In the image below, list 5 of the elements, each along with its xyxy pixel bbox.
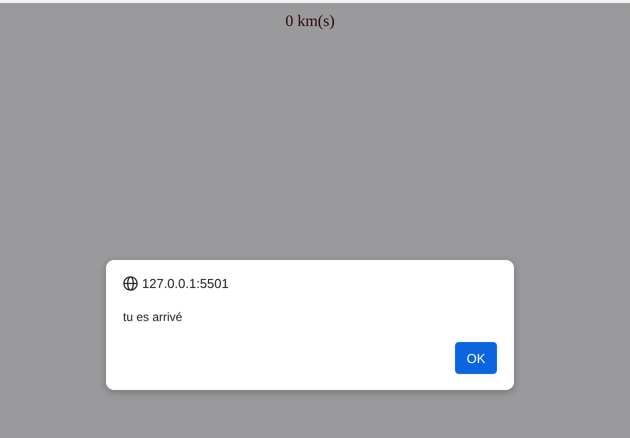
globe-icon bbox=[123, 276, 138, 291]
ok-button[interactable]: OK bbox=[455, 342, 497, 374]
dialog-origin: 127.0.0.1:5501 bbox=[142, 276, 229, 291]
distance-text: 0 km(s) bbox=[285, 13, 335, 31]
dialog-message: tu es arrivé bbox=[123, 310, 184, 324]
